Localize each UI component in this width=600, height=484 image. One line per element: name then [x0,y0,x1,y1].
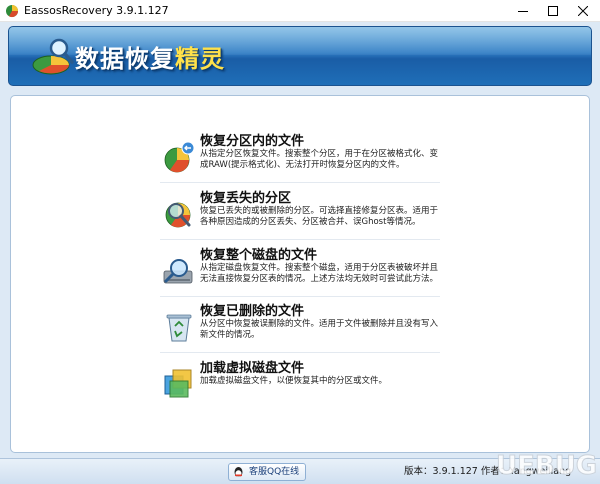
option-recover-deleted-files[interactable]: 恢复已删除的文件 从分区中恢复被误删除的文件。适用于文件被删除并且没有写入新文件… [162,300,442,356]
option-load-virtual-disk[interactable]: 加载虚拟磁盘文件 加载虚拟磁盘文件，以便恢复其中的分区或文件。 [162,357,442,413]
option-description: 从指定磁盘恢复文件。搜索整个磁盘，适用于分区表被破坏并且无法直接恢复分区表的情况… [200,263,439,284]
option-description: 从分区中恢复被误删除的文件。适用于文件被删除并且没有写入新文件的情况。 [200,319,439,340]
minimize-button[interactable] [508,0,538,22]
option-recover-lost-partition[interactable]: 恢复丢失的分区 恢复已丢失的或被删除的分区。可选择直接修复分区表。适用于各种原因… [162,187,442,243]
divider [160,239,440,240]
qq-support-label: 客服QQ在线 [249,467,300,477]
recycle-bin-icon [166,314,192,342]
banner-area: 数据恢复精灵 [0,22,600,92]
option-recover-partition-files[interactable]: 恢复分区内的文件 从指定分区恢复文件。搜索整个分区，用于在分区被格式化、变成RA… [162,130,442,186]
qq-icon [234,467,243,477]
option-recover-disk-files[interactable]: 恢复整个磁盘的文件 从指定磁盘恢复文件。搜索整个磁盘，适用于分区表被破坏并且无法… [162,244,442,300]
divider [160,352,440,353]
watermark-logo: UEBUG [496,451,598,482]
virtual-disk-icon [164,369,192,398]
close-icon [578,6,588,16]
app-icon [6,5,18,18]
option-description: 从指定分区恢复文件。搜索整个分区，用于在分区被格式化、变成RAW(提示格式化)、… [200,149,439,170]
banner-title-accent: 精灵 [175,45,225,73]
maximize-button[interactable] [538,0,568,22]
minimize-icon [518,11,528,12]
banner: 数据恢复精灵 [8,26,592,86]
option-title: 恢复丢失的分区 [200,191,292,206]
window-title: EassosRecovery 3.9.1.127 [24,4,169,17]
disk-magnifier-icon [163,259,193,284]
divider [160,296,440,297]
option-description: 加载虚拟磁盘文件，以便恢复其中的分区或文件。 [200,376,388,386]
qq-support-link[interactable]: 客服QQ在线 [228,463,307,481]
partition-pie-icon [164,141,195,173]
close-button[interactable] [568,0,598,22]
magnifier-pie-icon [165,202,191,228]
banner-title: 数据恢复精灵 [75,39,225,74]
option-title: 恢复已删除的文件 [200,304,305,319]
title-bar: EassosRecovery 3.9.1.127 [0,0,600,22]
option-title: 恢复整个磁盘的文件 [200,248,318,263]
option-title: 恢复分区内的文件 [200,134,305,149]
option-title: 加载虚拟磁盘文件 [200,361,305,376]
logo-icon [32,38,74,75]
watermark-text: UEBUG [496,451,597,481]
banner-title-main: 数据恢复 [75,45,175,73]
option-description: 恢复已丢失的或被删除的分区。可选择直接修复分区表。适用于各种原因造成的分区丢失、… [200,206,439,227]
divider [160,182,440,183]
maximize-icon [548,6,558,16]
